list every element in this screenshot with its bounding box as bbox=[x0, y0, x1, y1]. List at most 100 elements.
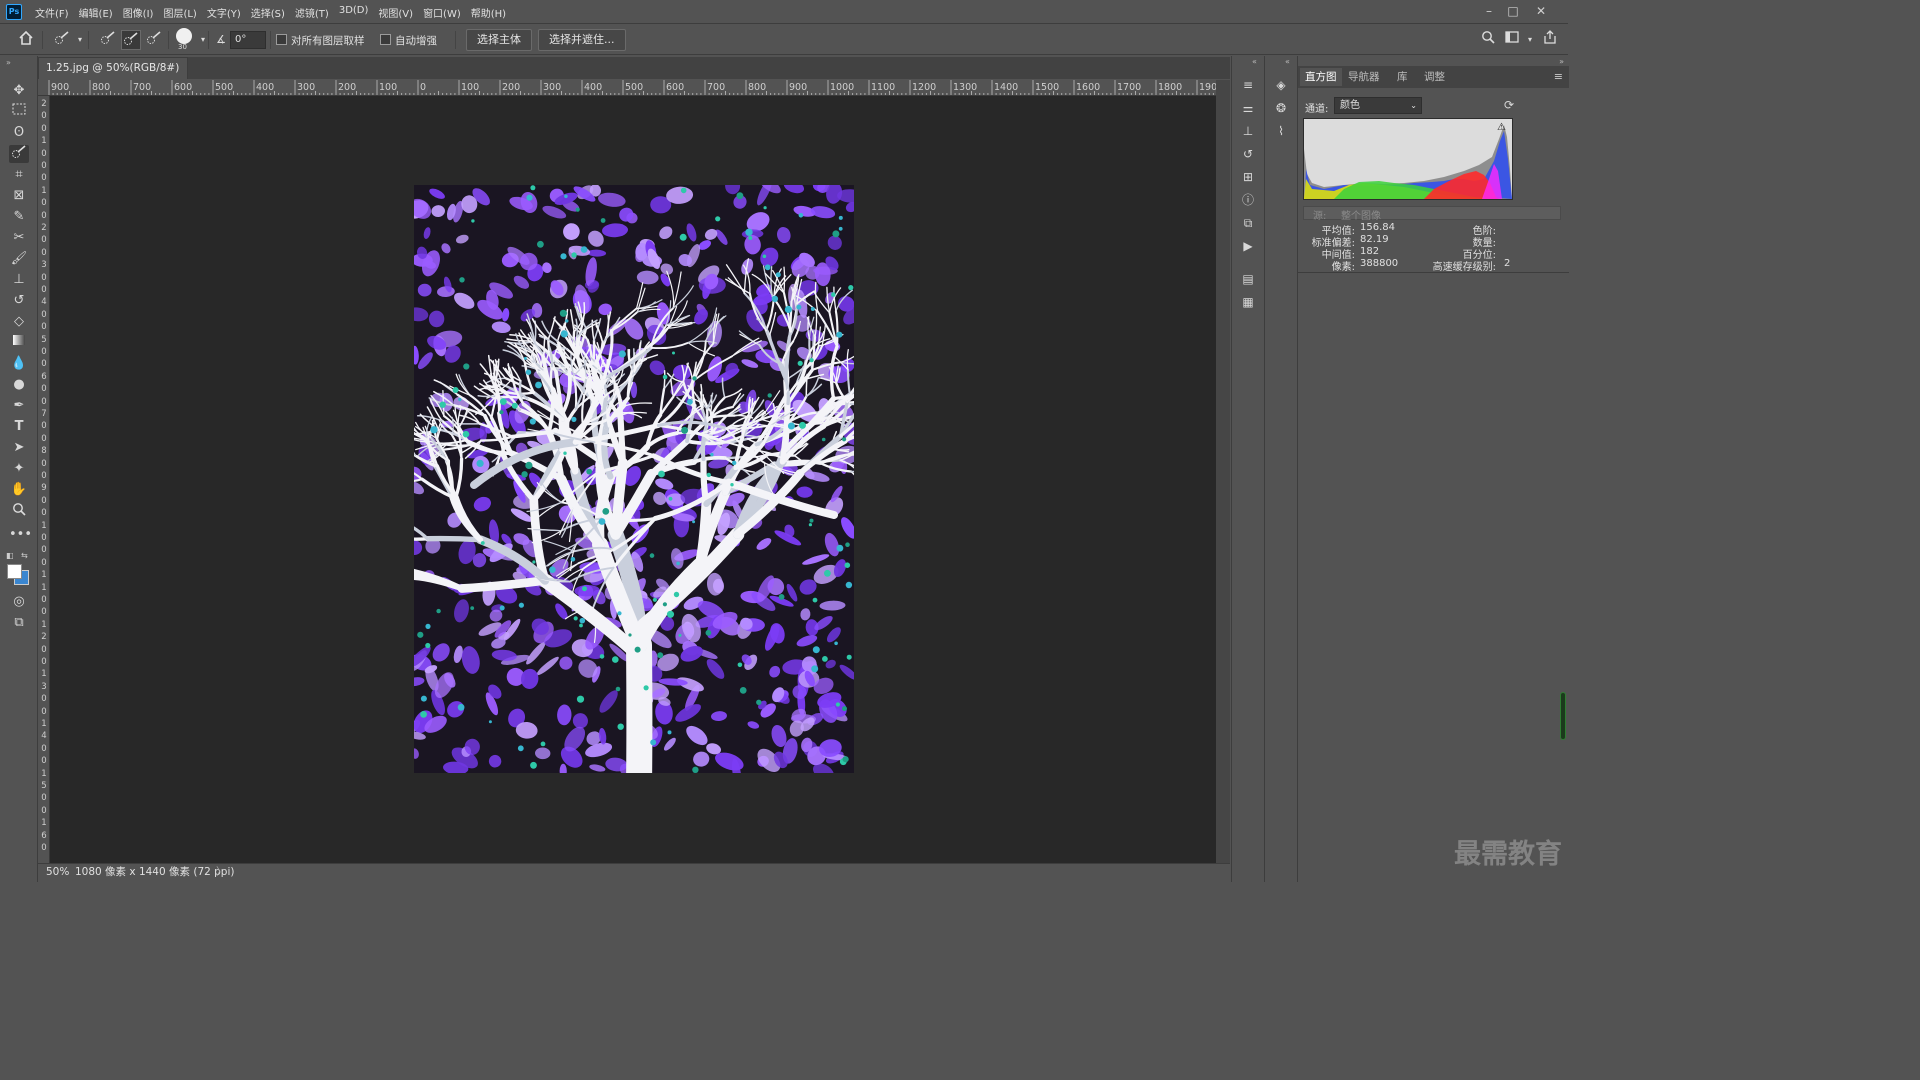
share-icon[interactable] bbox=[1540, 30, 1560, 50]
quick-mask-icon[interactable]: ◎ bbox=[9, 593, 29, 611]
lasso-tool-icon[interactable]: ʘ bbox=[9, 124, 29, 142]
collapse-panel-icon[interactable]: » bbox=[1559, 57, 1564, 66]
tab-adjustments[interactable]: 调整 bbox=[1419, 68, 1450, 86]
frame-tool-icon[interactable]: ⊠ bbox=[9, 187, 29, 205]
select-subject-button[interactable]: 选择主体 bbox=[466, 29, 532, 51]
marquee-tool-icon[interactable] bbox=[9, 103, 29, 121]
quick-selection-preset-icon[interactable] bbox=[52, 30, 72, 50]
menu-3d[interactable]: 3D(D) bbox=[334, 5, 374, 20]
panel-menu-icon[interactable]: ≡ bbox=[1554, 70, 1563, 83]
tab-histogram[interactable]: 直方图 bbox=[1300, 68, 1342, 86]
styles-icon[interactable]: ▤ bbox=[1239, 270, 1257, 288]
menu-view[interactable]: 视图(V) bbox=[373, 5, 418, 20]
swap-colors-icon[interactable]: ⇆ bbox=[21, 551, 28, 560]
actions-play-icon[interactable]: ▶ bbox=[1239, 237, 1257, 255]
brush-preview-icon[interactable] bbox=[176, 28, 192, 44]
vertical-scrollbar[interactable] bbox=[1216, 80, 1230, 864]
menu-layer[interactable]: 图层(L) bbox=[158, 5, 201, 20]
search-icon[interactable] bbox=[1478, 30, 1498, 50]
separator bbox=[208, 31, 209, 49]
eyedropper-tool-icon[interactable]: ✎ bbox=[9, 208, 29, 226]
auto-enhance-checkbox[interactable] bbox=[380, 34, 391, 45]
gradient-tool-icon[interactable] bbox=[9, 334, 29, 352]
brush-tool-icon[interactable]: 🖌 bbox=[9, 250, 29, 268]
subtract-from-selection-icon[interactable] bbox=[144, 30, 164, 50]
info-icon[interactable]: ⓘ bbox=[1239, 191, 1257, 209]
character-icon[interactable]: ⊞ bbox=[1239, 168, 1257, 186]
layers-icon[interactable]: ◈ bbox=[1272, 76, 1290, 94]
move-tool-icon[interactable]: ✥ bbox=[9, 82, 29, 100]
zoom-level[interactable]: 50% bbox=[46, 864, 69, 881]
ruler-h-label: 1400 bbox=[994, 82, 1019, 93]
minimize-button[interactable]: – bbox=[1478, 2, 1500, 20]
ruler-v-label: 0 bbox=[41, 433, 47, 444]
menu-edit[interactable]: 编辑(E) bbox=[74, 5, 118, 20]
zoom-tool-icon[interactable] bbox=[9, 502, 29, 520]
panel-scroll-indicator[interactable] bbox=[1560, 692, 1566, 740]
default-colors-icon[interactable]: ◧ bbox=[6, 551, 14, 560]
blur-tool-icon[interactable]: 💧 bbox=[9, 355, 29, 373]
chevron-down-icon[interactable]: ▾ bbox=[70, 30, 90, 50]
cache-warning-icon[interactable]: ⚠ bbox=[1497, 122, 1506, 133]
menu-image[interactable]: 图像(I) bbox=[118, 5, 159, 20]
menu-select[interactable]: 选择(S) bbox=[246, 5, 290, 20]
layer-comps-icon[interactable]: ⧉ bbox=[1239, 214, 1257, 232]
hand-tool-icon[interactable]: ✋ bbox=[9, 481, 29, 499]
collapse-dock-icon[interactable]: « bbox=[1285, 57, 1290, 66]
refresh-icon[interactable]: ⟳ bbox=[1504, 98, 1514, 112]
document-image[interactable] bbox=[414, 185, 854, 773]
clone-source-icon[interactable]: ⊥ bbox=[1239, 122, 1257, 140]
expand-panel-icon[interactable]: » bbox=[6, 58, 11, 67]
crop-tool-icon[interactable]: ⌗ bbox=[9, 166, 29, 184]
dodge-tool-icon[interactable]: ● bbox=[9, 376, 29, 394]
ruler-v-label: 0 bbox=[41, 148, 47, 159]
ruler-v-label: 0 bbox=[41, 743, 47, 754]
select-and-mask-button[interactable]: 选择并遮住... bbox=[538, 29, 626, 51]
channels-icon[interactable]: ❂ bbox=[1272, 99, 1290, 117]
histogram-graph bbox=[1303, 118, 1513, 200]
healing-brush-tool-icon[interactable]: ✂ bbox=[9, 229, 29, 247]
tab-libraries[interactable]: 库 bbox=[1392, 68, 1413, 86]
path-selection-tool-icon[interactable]: ➤ bbox=[9, 439, 29, 457]
history-icon[interactable]: ↺ bbox=[1239, 145, 1257, 163]
quick-selection-tool-icon[interactable] bbox=[9, 145, 29, 163]
add-to-selection-icon[interactable] bbox=[121, 30, 141, 50]
ruler-v-label: 8 bbox=[41, 446, 47, 457]
eraser-tool-icon[interactable]: ◇ bbox=[9, 313, 29, 331]
ruler-v-label: 0 bbox=[41, 123, 47, 134]
brush-settings-icon[interactable]: ≡ bbox=[1239, 76, 1257, 94]
menu-filter[interactable]: 滤镜(T) bbox=[290, 5, 334, 20]
shape-tool-icon[interactable]: ✦ bbox=[9, 460, 29, 478]
sample-all-layers-checkbox[interactable] bbox=[276, 34, 287, 45]
foreground-color-swatch[interactable] bbox=[7, 564, 22, 579]
menu-help[interactable]: 帮助(H) bbox=[466, 5, 511, 20]
collapse-dock-icon[interactable]: « bbox=[1252, 57, 1257, 66]
angle-input[interactable]: 0° bbox=[230, 31, 266, 49]
clone-stamp-tool-icon[interactable]: ⊥ bbox=[9, 271, 29, 289]
chevron-down-icon[interactable]: ▾ bbox=[193, 30, 213, 50]
more-tools-icon[interactable]: ••• bbox=[9, 526, 32, 544]
menu-window[interactable]: 窗口(W) bbox=[418, 5, 466, 20]
chevron-down-icon[interactable]: ▾ bbox=[1520, 30, 1540, 50]
menu-type[interactable]: 文字(Y) bbox=[202, 5, 246, 20]
ruler-h-label: 1200 bbox=[912, 82, 937, 93]
history-brush-tool-icon[interactable]: ↺ bbox=[9, 292, 29, 310]
channel-select[interactable]: 颜色 ⌄ bbox=[1334, 97, 1422, 114]
restore-button[interactable]: □ bbox=[1502, 2, 1524, 20]
new-selection-icon[interactable] bbox=[98, 30, 118, 50]
home-icon[interactable] bbox=[16, 30, 36, 50]
screen-mode-icon[interactable]: ⧉ bbox=[9, 614, 29, 632]
ruler-v-label: 4 bbox=[41, 297, 47, 308]
type-tool-icon[interactable]: T bbox=[9, 418, 29, 436]
close-window-button[interactable]: ✕ bbox=[1530, 2, 1552, 20]
paths-icon[interactable]: ⌇ bbox=[1272, 122, 1290, 140]
tab-navigator[interactable]: 导航器 bbox=[1343, 68, 1385, 86]
pen-tool-icon[interactable]: ✒ bbox=[9, 397, 29, 415]
info-menu-arrow-icon[interactable]: 〉 bbox=[216, 864, 227, 881]
cache-level-label: 高速缓存级别: bbox=[1432, 262, 1496, 273]
notes-icon[interactable]: ▦ bbox=[1239, 293, 1257, 311]
menu-file[interactable]: 文件(F) bbox=[30, 5, 74, 20]
document-tab[interactable]: 1.25.jpg @ 50%(RGB/8#) * × bbox=[38, 57, 188, 94]
workspace-icon[interactable] bbox=[1502, 30, 1522, 50]
properties-icon[interactable]: ⚌ bbox=[1239, 99, 1257, 117]
